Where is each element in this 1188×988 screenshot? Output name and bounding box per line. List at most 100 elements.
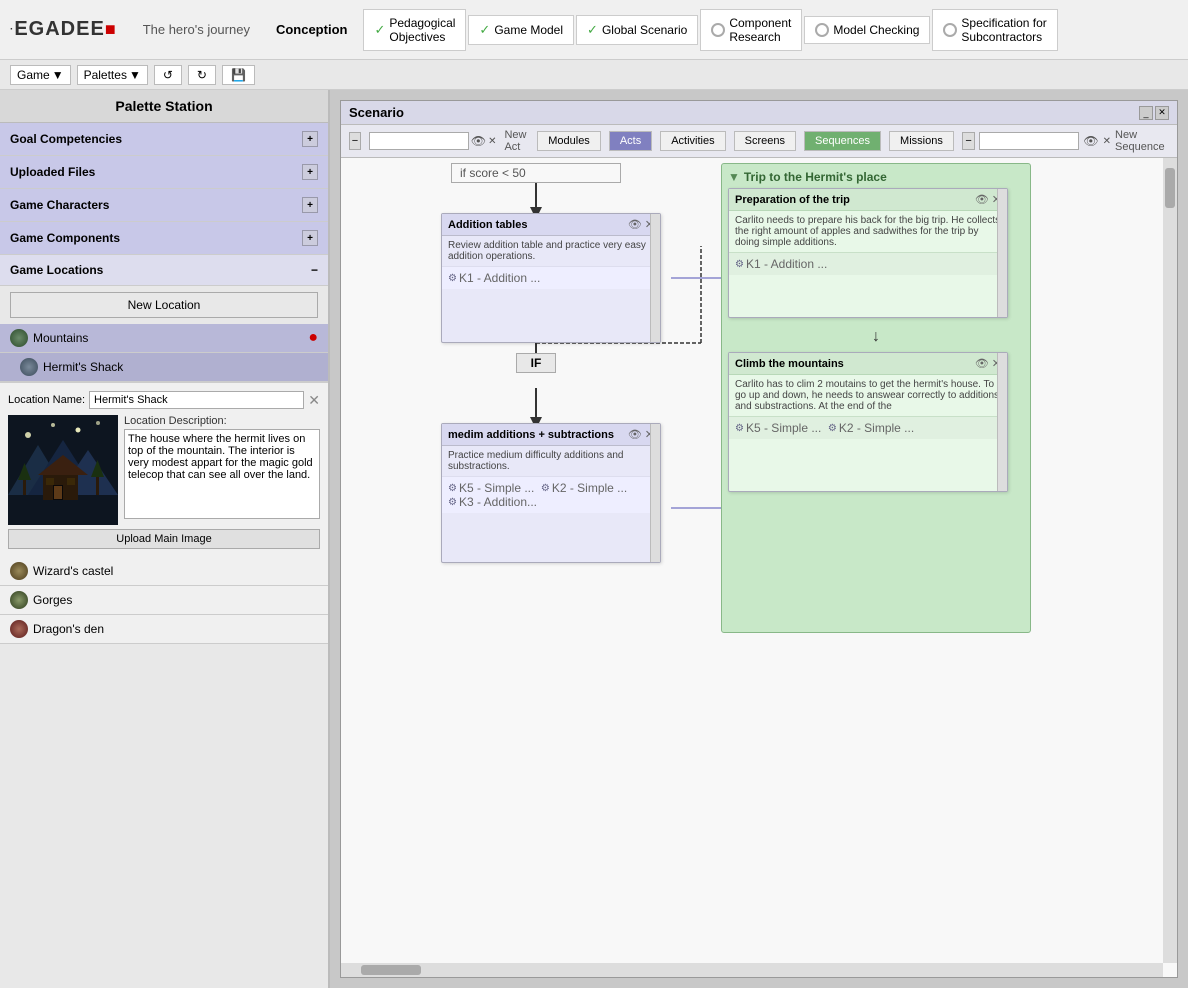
location-name-close[interactable]: ✕ <box>308 392 320 409</box>
tab-activities[interactable]: Activities <box>660 131 725 151</box>
canvas-scroll-h[interactable] <box>341 963 1163 977</box>
window-close[interactable]: ✕ <box>1155 106 1169 120</box>
location-hermits-shack[interactable]: Hermit's Shack <box>0 353 328 382</box>
zoom-minus-btn[interactable]: − <box>349 132 361 150</box>
section-game-chars-header[interactable]: Game Characters + <box>0 189 328 221</box>
section-uploaded-files-header[interactable]: Uploaded Files + <box>0 156 328 188</box>
card3-scroll[interactable] <box>997 189 1007 317</box>
nav-step-model-check[interactable]: Model Checking <box>804 16 930 44</box>
section-game-comps-header[interactable]: Game Components + <box>0 222 328 254</box>
logo-text: ·EGADEE■ <box>10 18 117 41</box>
section-game-comps-label: Game Components <box>10 231 120 245</box>
section-goal-comp-expand[interactable]: + <box>302 131 318 147</box>
game-label: Game <box>17 68 50 82</box>
tab-modules[interactable]: Modules <box>537 131 601 151</box>
arrow-down-area: ↓ <box>728 328 1024 346</box>
zoom-minus-right[interactable]: − <box>962 132 976 150</box>
nav-step-game-model[interactable]: ✓ Game Model <box>468 15 574 45</box>
nav-step-model-label: Model Checking <box>833 23 919 37</box>
upload-main-image-button[interactable]: Upload Main Image <box>8 529 320 549</box>
canvas-scroll-v[interactable] <box>1163 158 1177 963</box>
card3-eye-btn[interactable]: 👁 <box>975 193 989 206</box>
card2-scroll[interactable] <box>650 424 660 562</box>
act-close-icon[interactable]: ✕ <box>488 136 496 147</box>
location-wizard-name: Wizard's castel <box>33 564 318 578</box>
location-name-input[interactable] <box>89 391 304 409</box>
seq-close-icon[interactable]: ✕ <box>1103 136 1111 147</box>
tab-missions[interactable]: Missions <box>889 131 954 151</box>
nav-step-comp-label: ComponentResearch <box>729 16 791 44</box>
card3-footer: ⚙ K1 - Addition ... <box>729 252 1007 275</box>
logo-dot: ■ <box>105 19 117 39</box>
locations-header[interactable]: Game Locations − <box>0 255 328 286</box>
card4-body: Carlito has to clim 2 moutains to get th… <box>729 375 1007 416</box>
undo-btn[interactable]: ↺ <box>154 65 182 85</box>
act-eye-icon[interactable]: 👁 <box>471 134 486 148</box>
tab-acts[interactable]: Acts <box>609 131 652 151</box>
new-location-button[interactable]: New Location <box>10 292 318 318</box>
scenario-toolbar: − 👁 ✕ New Act Modules Acts Activities Sc… <box>341 125 1177 158</box>
card1-skill1: ⚙ K1 - Addition ... <box>448 271 540 285</box>
location-mountains-name: Mountains <box>33 331 308 345</box>
scenario-window: Scenario _ ✕ − 👁 ✕ New Act Modules Acts <box>340 100 1178 978</box>
palettes-dropdown[interactable]: Palettes ▼ <box>77 65 148 85</box>
card3-skill1: ⚙ K1 - Addition ... <box>735 257 827 271</box>
location-name-label: Location Name: <box>8 394 85 406</box>
card4-eye-btn[interactable]: 👁 <box>975 357 989 370</box>
save-btn[interactable]: 💾 <box>222 65 255 85</box>
arrow-down-icon: ↓ <box>872 328 880 346</box>
card-climb: Climb the mountains 👁 ✕ Carlito has to c… <box>728 352 1008 492</box>
act-input[interactable] <box>369 132 469 150</box>
section-uploaded-files-expand[interactable]: + <box>302 164 318 180</box>
location-gorges-icon <box>10 591 28 609</box>
section-game-comps-expand[interactable]: + <box>302 230 318 246</box>
panel-title: Palette Station <box>0 90 328 123</box>
nav-step-ped-obj[interactable]: ✓ PedagogicalObjectives <box>363 9 466 51</box>
location-detail-inner: Location Description: The house where th… <box>8 415 320 525</box>
nav-step-spec-label: Specification forSubcontractors <box>961 16 1046 44</box>
conception-label[interactable]: Conception <box>276 22 348 37</box>
location-hermit-name: Hermit's Shack <box>43 360 123 374</box>
card2-eye-btn[interactable]: 👁 <box>628 428 642 441</box>
scroll-h-thumb[interactable] <box>361 965 421 975</box>
act-input-area: 👁 ✕ <box>369 132 497 150</box>
loc-desc-textarea[interactable]: The house where the hermit lives on top … <box>124 429 320 519</box>
location-wizard[interactable]: Wizard's castel <box>0 557 328 586</box>
card2-footer: ⚙ K5 - Simple ... ⚙ K2 - Simple ... ⚙ K3… <box>442 476 660 513</box>
card2-header: medim additions + subtractions 👁 ✕ <box>442 424 660 446</box>
location-image-placeholder <box>8 415 118 525</box>
nav-step-global[interactable]: ✓ Global Scenario <box>576 15 698 45</box>
main: Palette Station Goal Competencies + Uplo… <box>0 90 1188 988</box>
card4-header: Climb the mountains 👁 ✕ <box>729 353 1007 375</box>
game-dropdown[interactable]: Game ▼ <box>10 65 71 85</box>
nav-step-comp-research[interactable]: ComponentResearch <box>700 9 802 51</box>
location-mountains[interactable]: Mountains ● <box>0 324 328 353</box>
seq-input[interactable] <box>979 132 1079 150</box>
tab-sequences[interactable]: Sequences <box>804 131 881 151</box>
section-goal-comp-label: Goal Competencies <box>10 132 122 146</box>
logo-dot-left: · <box>10 24 14 35</box>
loc-desc-area: Location Description: The house where th… <box>124 415 320 525</box>
nav-step-spec-sub[interactable]: Specification forSubcontractors <box>932 9 1057 51</box>
locations-expand[interactable]: − <box>311 263 318 277</box>
redo-btn[interactable]: ↻ <box>188 65 216 85</box>
scroll-v-thumb[interactable] <box>1165 168 1175 208</box>
location-dragon[interactable]: Dragon's den <box>0 615 328 644</box>
location-image <box>8 415 118 525</box>
card1-eye-btn[interactable]: 👁 <box>628 218 642 231</box>
section-game-chars-expand[interactable]: + <box>302 197 318 213</box>
location-gorges[interactable]: Gorges <box>0 586 328 615</box>
flow-container: if score < 50 Addition tables 👁 ✕ Review… <box>341 158 1163 963</box>
card2-skill3-label: K3 - Addition... <box>459 495 537 509</box>
card4-scroll[interactable] <box>997 353 1007 491</box>
left-panel: Palette Station Goal Competencies + Uplo… <box>0 90 330 988</box>
skill-icon-4b: ⚙ <box>828 423 837 434</box>
card1-scroll[interactable] <box>650 214 660 342</box>
section-uploaded-files-label: Uploaded Files <box>10 165 95 179</box>
condition-text: if score < 50 <box>460 166 526 180</box>
locations-section: Game Locations − New Location Mountains … <box>0 255 328 988</box>
section-goal-comp-header[interactable]: Goal Competencies + <box>0 123 328 155</box>
window-minimize[interactable]: _ <box>1139 106 1153 120</box>
seq-eye-icon[interactable]: 👁 <box>1083 134 1098 148</box>
tab-screens[interactable]: Screens <box>734 131 796 151</box>
